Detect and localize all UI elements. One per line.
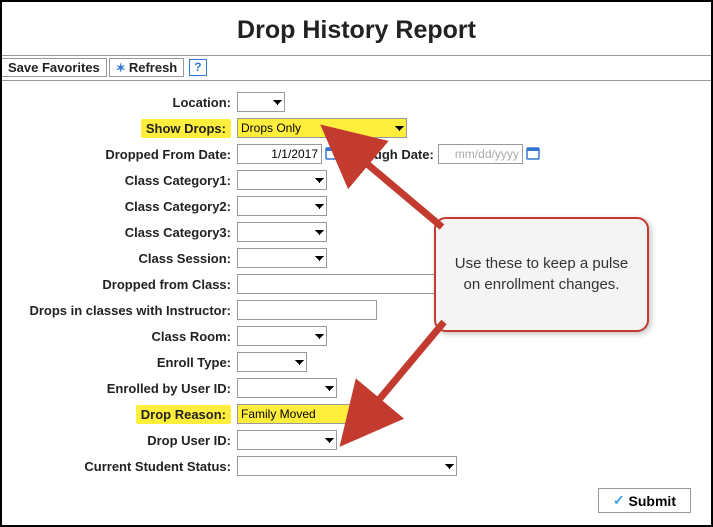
show-drops-label: Show Drops: xyxy=(141,119,231,138)
drop-reason-select[interactable]: Family Moved xyxy=(237,404,365,424)
drop-reason-label: Drop Reason: xyxy=(136,405,231,424)
dropped-from-class-input[interactable] xyxy=(237,274,437,294)
drop-user-select[interactable] xyxy=(237,430,337,450)
enroll-type-label: Enroll Type: xyxy=(2,355,237,370)
show-drops-label-wrap: Show Drops: xyxy=(2,121,237,136)
dropped-from-date-label: Dropped From Date: xyxy=(2,147,237,162)
current-status-select[interactable] xyxy=(237,456,457,476)
refresh-icon: ✶ xyxy=(116,61,126,75)
refresh-label: Refresh xyxy=(129,60,177,75)
page-title: Drop History Report xyxy=(2,16,711,45)
class-cat3-select[interactable] xyxy=(237,222,327,242)
class-cat1-select[interactable] xyxy=(237,170,327,190)
class-room-label: Class Room: xyxy=(2,329,237,344)
enroll-type-select[interactable] xyxy=(237,352,307,372)
through-date-input[interactable] xyxy=(438,144,523,164)
save-favorites-label: Save Favorites xyxy=(8,60,100,75)
refresh-button[interactable]: ✶ Refresh xyxy=(109,58,184,77)
class-session-label: Class Session: xyxy=(2,251,237,266)
help-icon[interactable]: ? xyxy=(189,59,206,76)
show-drops-select[interactable]: Drops Only xyxy=(237,118,407,138)
class-cat1-label: Class Category1: xyxy=(2,173,237,188)
annotation-text: Use these to keep a pulse on enrollment … xyxy=(452,254,631,295)
current-status-label: Current Student Status: xyxy=(2,459,237,474)
calendar-icon[interactable] xyxy=(526,146,540,163)
annotation-callout: Use these to keep a pulse on enrollment … xyxy=(434,217,649,332)
class-cat3-label: Class Category3: xyxy=(2,225,237,240)
save-favorites-button[interactable]: Save Favorites xyxy=(2,58,107,77)
dropped-from-date-input[interactable] xyxy=(237,144,322,164)
location-label: Location: xyxy=(2,95,237,110)
through-date-label: Through Date: xyxy=(343,147,438,162)
class-cat2-select[interactable] xyxy=(237,196,327,216)
class-cat2-label: Class Category2: xyxy=(2,199,237,214)
submit-button[interactable]: ✓ Submit xyxy=(598,488,691,513)
enrolled-by-user-select[interactable] xyxy=(237,378,337,398)
location-select[interactable] xyxy=(237,92,285,112)
enrolled-by-user-label: Enrolled by User ID: xyxy=(2,381,237,396)
calendar-icon[interactable] xyxy=(325,146,339,163)
drops-instructor-label: Drops in classes with Instructor: xyxy=(2,303,237,318)
drops-instructor-input[interactable] xyxy=(237,300,377,320)
drop-reason-label-wrap: Drop Reason: xyxy=(2,407,237,422)
class-room-select[interactable] xyxy=(237,326,327,346)
check-icon: ✓ xyxy=(613,492,625,509)
toolbar: Save Favorites ✶ Refresh ? xyxy=(2,55,711,81)
submit-label: Submit xyxy=(629,493,676,509)
class-session-select[interactable] xyxy=(237,248,327,268)
drop-user-label: Drop User ID: xyxy=(2,433,237,448)
dropped-from-class-label: Dropped from Class: xyxy=(2,277,237,292)
